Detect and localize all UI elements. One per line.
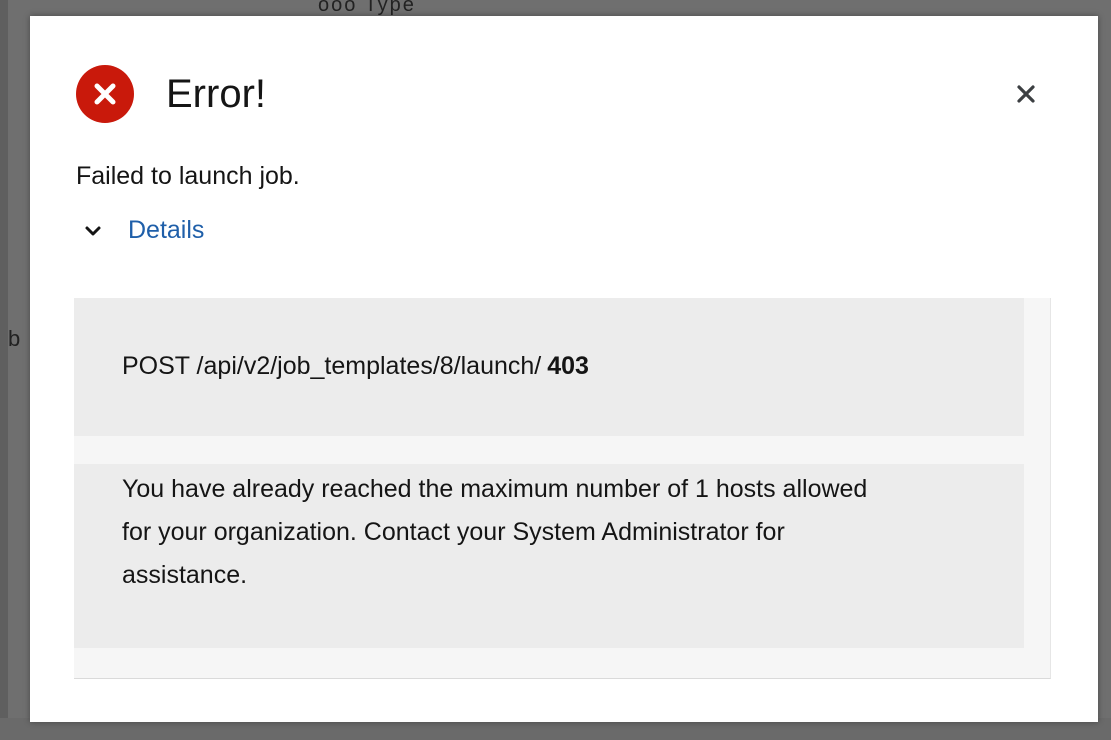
close-button[interactable] [1006,74,1046,114]
error-circle-icon [76,65,134,123]
background-peek-text-left: b [8,326,21,351]
details-toggle-label: Details [128,216,205,244]
background-peek-text-top: ooo Type [318,0,416,16]
dialog-header: Error! [76,62,1058,126]
error-x-glyph [94,83,116,105]
error-dialog: Error! Failed to launch job. Details POS… [30,16,1098,722]
details-toggle[interactable]: Details [84,216,204,245]
close-icon [1017,85,1035,103]
details-panel: POST /api/v2/job_templates/8/launch/403 … [74,298,1051,679]
error-message: Failed to launch job. [76,162,300,190]
response-section: You have already reached the maximum num… [74,464,1024,648]
status-code: 403 [547,352,589,380]
request-section: POST /api/v2/job_templates/8/launch/403 [74,298,1024,436]
chevron-down-icon [84,222,102,240]
response-message: You have already reached the maximum num… [122,475,868,589]
request-method-path: POST /api/v2/job_templates/8/launch/ [122,352,542,380]
request-line: POST /api/v2/job_templates/8/launch/403 [122,352,589,381]
dialog-title: Error! [166,71,266,116]
background-left-edge [0,0,8,740]
